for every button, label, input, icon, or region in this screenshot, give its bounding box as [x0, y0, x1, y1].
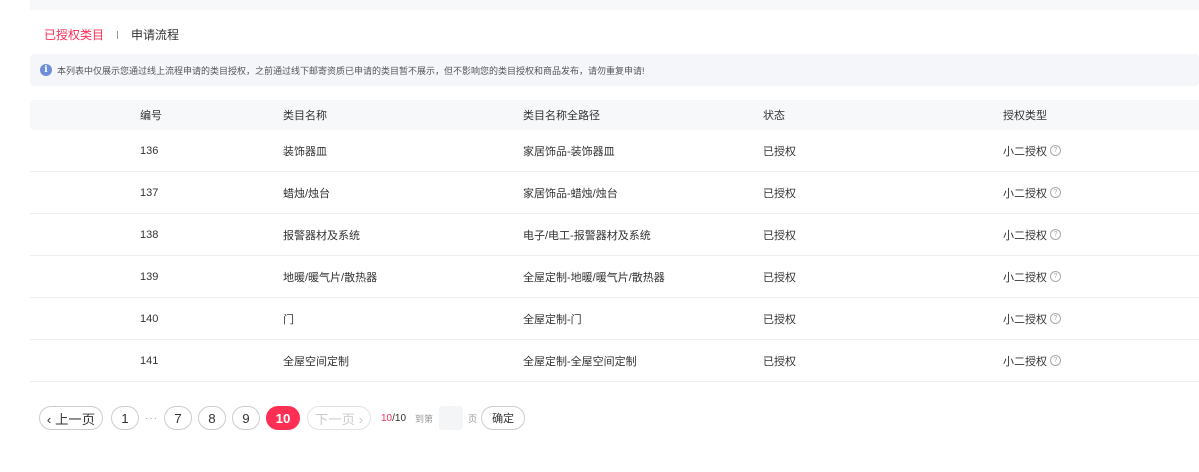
table-row: 141 全屋空间定制 全屋定制-全屋空间定制 已授权 小二授权? — [30, 340, 1199, 382]
cell-path: 家居饰品-装饰器皿 — [523, 145, 615, 158]
auth-type-label: 小二授权 — [1003, 229, 1047, 242]
auth-type-label: 小二授权 — [1003, 271, 1047, 284]
table-row: 138 报警器材及系统 电子/电工-报警器材及系统 已授权 小二授权? — [30, 214, 1199, 256]
goto-label: 到第 — [415, 413, 434, 424]
help-icon[interactable]: ? — [1050, 355, 1061, 366]
table-header: 编号 类目名称 类目名称全路径 状态 授权类型 — [30, 100, 1199, 130]
header-auth-type: 授权类型 — [1003, 110, 1047, 122]
confirm-button[interactable]: 确定 — [481, 406, 526, 430]
help-icon[interactable]: ? — [1050, 187, 1061, 198]
auth-type-label: 小二授权 — [1003, 145, 1047, 158]
cell-path: 全屋定制-全屋空间定制 — [523, 355, 637, 368]
cell-path: 电子/电工-报警器材及系统 — [523, 229, 651, 242]
cell-name: 门 — [283, 313, 294, 326]
cell-id: 136 — [140, 144, 159, 157]
auth-type-label: 小二授权 — [1003, 313, 1047, 326]
header-path: 类目名称全路径 — [523, 110, 600, 122]
info-icon: i — [40, 64, 52, 76]
cell-auth-type: 小二授权? — [1003, 353, 1061, 369]
table-row: 139 地暖/暖气片/散热器 全屋定制-地暖/暖气片/散热器 已授权 小二授权? — [30, 256, 1199, 298]
cell-status: 已授权 — [763, 187, 796, 200]
next-page-button[interactable]: 下一页 › — [307, 406, 371, 430]
page-button-9[interactable]: 9 — [232, 406, 260, 430]
cell-path: 全屋定制-地暖/暖气片/散热器 — [523, 271, 665, 284]
page-button-8[interactable]: 8 — [198, 406, 226, 430]
tab-bar: 已授权类目 申请流程 — [44, 26, 179, 44]
notice-text: 本列表中仅展示您通过线上流程申请的类目授权，之前通过线下邮寄资质已申请的类目暂不… — [57, 65, 645, 76]
page-button-1[interactable]: 1 — [111, 406, 139, 430]
help-icon[interactable]: ? — [1050, 271, 1061, 282]
cell-name: 蜡烛/烛台 — [283, 187, 331, 200]
cell-auth-type: 小二授权? — [1003, 143, 1061, 159]
page-button-7[interactable]: 7 — [164, 406, 192, 430]
cell-path: 家居饰品-蜡烛/烛台 — [523, 187, 618, 200]
goto-page-input[interactable] — [439, 406, 464, 430]
cell-path: 全屋定制-门 — [523, 313, 582, 326]
table-row: 136 装饰器皿 家居饰品-装饰器皿 已授权 小二授权? — [30, 130, 1199, 172]
cell-status: 已授权 — [763, 355, 796, 368]
cell-id: 138 — [140, 228, 159, 241]
cell-id: 140 — [140, 312, 159, 325]
cell-name: 全屋空间定制 — [283, 355, 349, 368]
cell-auth-type: 小二授权? — [1003, 227, 1061, 243]
authorized-categories-page: 已授权类目 申请流程 i 本列表中仅展示您通过线上流程申请的类目授权，之前通过线… — [0, 0, 1199, 472]
cell-name: 报警器材及系统 — [283, 229, 360, 242]
cell-status: 已授权 — [763, 229, 796, 242]
help-icon[interactable]: ? — [1050, 145, 1061, 156]
header-name: 类目名称 — [283, 110, 327, 122]
page-count: 10/10 — [381, 413, 406, 424]
cell-status: 已授权 — [763, 145, 796, 158]
cell-auth-type: 小二授权? — [1003, 185, 1061, 201]
page-ellipsis[interactable]: ··· — [145, 413, 158, 424]
cell-status: 已授权 — [763, 271, 796, 284]
cell-id: 139 — [140, 270, 159, 283]
prev-page-button[interactable]: ‹ 上一页 — [39, 406, 103, 430]
cell-id: 141 — [140, 354, 159, 367]
cell-id: 137 — [140, 186, 159, 199]
total-pages: 10 — [394, 412, 407, 424]
tab-divider — [117, 31, 119, 39]
table-row: 137 蜡烛/烛台 家居饰品-蜡烛/烛台 已授权 小二授权? — [30, 172, 1199, 214]
header-status: 状态 — [763, 110, 785, 122]
goto-suffix: 页 — [468, 413, 478, 424]
top-bar — [30, 0, 1199, 10]
auth-type-label: 小二授权 — [1003, 355, 1047, 368]
page-button-10-current[interactable]: 10 — [266, 406, 300, 430]
cell-auth-type: 小二授权? — [1003, 269, 1061, 285]
help-icon[interactable]: ? — [1050, 229, 1061, 240]
cell-name: 装饰器皿 — [283, 145, 327, 158]
table-row: 140 门 全屋定制-门 已授权 小二授权? — [30, 298, 1199, 340]
header-id: 编号 — [140, 110, 162, 122]
notice-banner: i 本列表中仅展示您通过线上流程申请的类目授权，之前通过线下邮寄资质已申请的类目… — [30, 54, 1199, 86]
category-table: 编号 类目名称 类目名称全路径 状态 授权类型 136 装饰器皿 家居饰品-装饰… — [30, 100, 1199, 382]
cell-auth-type: 小二授权? — [1003, 311, 1061, 327]
pagination: ‹ 上一页 1 ··· 7 8 9 10 下一页 › 10/10 到第 页 确定 — [39, 404, 526, 432]
help-icon[interactable]: ? — [1050, 313, 1061, 324]
cell-name: 地暖/暖气片/散热器 — [283, 271, 378, 284]
tab-application-process[interactable]: 申请流程 — [131, 27, 179, 43]
current-page-number: 10 — [381, 412, 393, 424]
auth-type-label: 小二授权 — [1003, 187, 1047, 200]
cell-status: 已授权 — [763, 313, 796, 326]
tab-authorized-categories[interactable]: 已授权类目 — [44, 27, 104, 43]
